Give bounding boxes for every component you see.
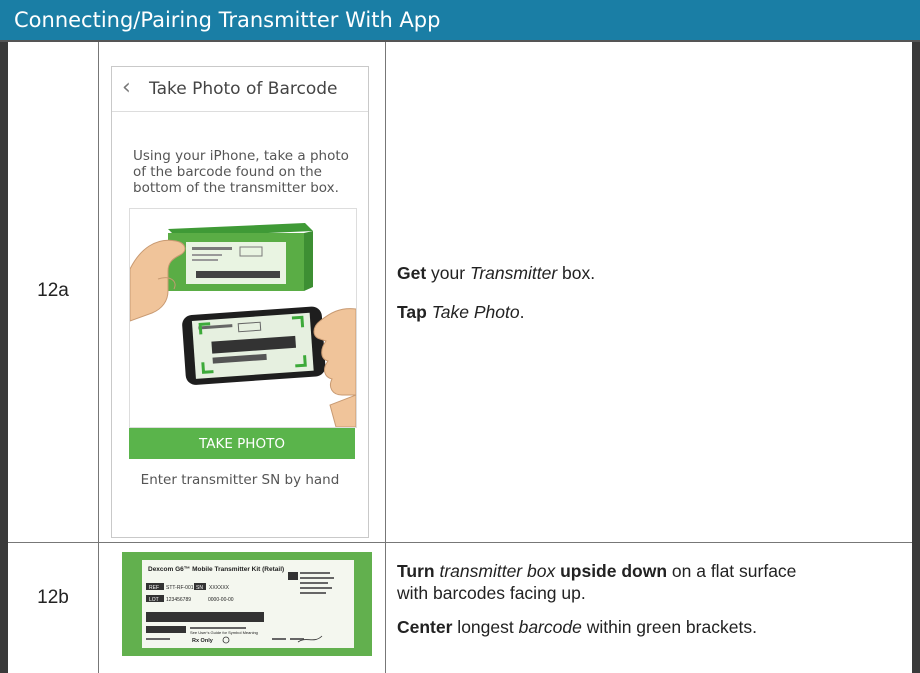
transmitter-box-label-image: Dexcom G6™ Mobile Transmitter Kit (Retai…	[122, 552, 372, 656]
barcode-scan-illustration	[129, 208, 357, 428]
phone-instruction-text: Using your iPhone, take a photo of the b…	[133, 148, 349, 196]
column-divider-2	[385, 42, 386, 673]
hands-phone-box-icon	[130, 223, 356, 427]
section-header: Connecting/Pairing Transmitter With App	[0, 0, 920, 42]
step-12b-instructions: Turn transmitter box upside down on a fl…	[397, 560, 907, 638]
label-title: Dexcom G6™ Mobile Transmitter Kit (Retai…	[148, 566, 284, 573]
ref-value: STT-RF-001	[166, 585, 194, 591]
instruction-line: Center longest barcode within green brac…	[397, 617, 757, 637]
table-left-border	[0, 42, 8, 673]
rx-only-text: Rx Only	[192, 638, 214, 644]
label-note: See User's Guide for Symbol Meaning	[190, 630, 258, 635]
sn-value: XXXXXX	[209, 585, 230, 591]
ref-tag: REF	[149, 585, 159, 591]
take-photo-button[interactable]: TAKE PHOTO	[129, 428, 355, 459]
instruction-line: Get your Transmitter box.	[397, 263, 596, 283]
lot-tag: LOT	[149, 597, 159, 603]
expiry-date: 0000-00-00	[208, 597, 234, 603]
phone-screenshot: ‹ Take Photo of Barcode Using your iPhon…	[111, 66, 369, 538]
phone-screen-title: Take Photo of Barcode	[149, 79, 338, 99]
column-divider-1	[98, 42, 99, 673]
back-chevron-icon[interactable]: ‹	[122, 75, 131, 100]
step-number-12b: 12b	[37, 587, 69, 608]
section-title: Connecting/Pairing Transmitter With App	[14, 8, 441, 32]
step-number-12a: 12a	[37, 280, 69, 301]
sn-tag: SN	[196, 585, 203, 591]
table-right-border	[912, 42, 920, 673]
box-label-icon: Dexcom G6™ Mobile Transmitter Kit (Retai…	[142, 560, 354, 648]
instruction-line: Turn transmitter box upside down on a fl…	[397, 561, 797, 581]
instruction-line: Tap Take Photo.	[397, 302, 525, 322]
lot-value: 123456789	[166, 597, 191, 603]
enter-sn-by-hand-link[interactable]: Enter transmitter SN by hand	[112, 472, 368, 488]
instruction-line: with barcodes facing up.	[397, 583, 586, 603]
row-divider	[8, 542, 912, 543]
step-12a-instructions: Get your Transmitter box. Tap Take Photo…	[397, 262, 595, 323]
phone-nav-bar: ‹ Take Photo of Barcode	[112, 67, 368, 112]
